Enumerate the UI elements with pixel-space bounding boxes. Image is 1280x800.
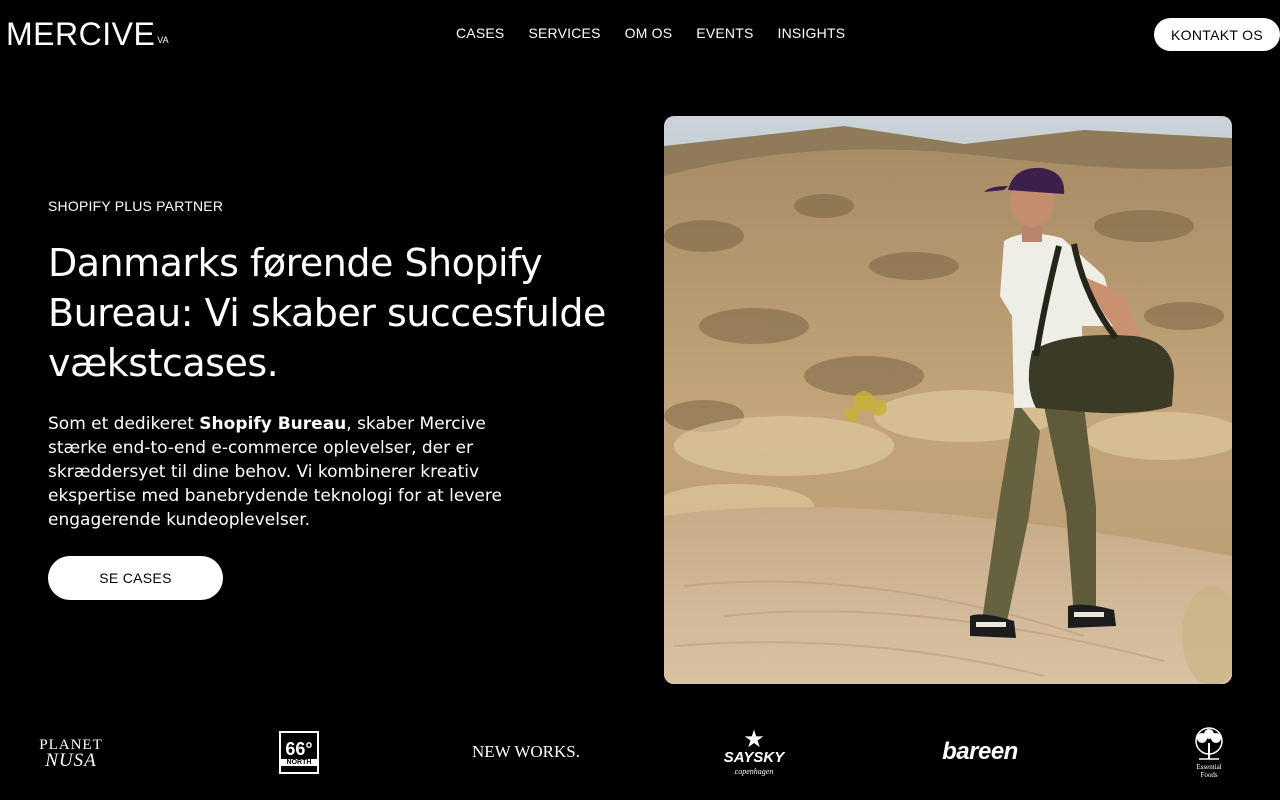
- brand-planet-nusa: PLANET NUSA: [38, 736, 104, 771]
- hero-body-bold: Shopify Bureau: [199, 414, 347, 434]
- brand-new-works: NEW WORKS.: [470, 740, 582, 764]
- hero-eyebrow: SHOPIFY PLUS PARTNER: [48, 198, 224, 214]
- nav-om-os[interactable]: OM OS: [625, 25, 673, 41]
- main-nav: CASES SERVICES OM OS EVENTS INSIGHTS: [456, 25, 845, 41]
- essential-foods-top: Essential: [1196, 763, 1222, 771]
- saysky-sub: copenhagen: [734, 767, 774, 776]
- hero-body: Som et dedikeret Shopify Bureau, skaber …: [48, 412, 518, 532]
- nav-insights[interactable]: INSIGHTS: [778, 25, 846, 41]
- logo-mark: VA: [157, 35, 169, 45]
- client-logos: PLANET NUSA 66° NORTH NEW WORKS. ★ SAYSK…: [0, 722, 1280, 784]
- new-works-text: NEW WORKS.: [472, 742, 580, 761]
- hero-image: [664, 116, 1232, 684]
- brand-essential-foods: Essential Foods: [1186, 726, 1232, 780]
- hero-headline: Danmarks førende Shopify Bureau: Vi skab…: [48, 241, 606, 385]
- star-icon: ★: [743, 725, 765, 753]
- see-cases-button[interactable]: SE CASES: [48, 556, 223, 600]
- saysky-text: SAYSKY: [723, 749, 785, 766]
- contact-button[interactable]: KONTAKT OS: [1154, 18, 1280, 51]
- north-label: NORTH: [281, 759, 317, 766]
- essential-foods-bottom: Foods: [1200, 771, 1218, 779]
- hero-body-prefix: Som et dedikeret: [48, 414, 200, 434]
- brand-66-north: 66° NORTH: [279, 731, 319, 774]
- logo-text: MERCIVE: [6, 16, 156, 52]
- brand-logo[interactable]: MERCIVE VA: [6, 14, 169, 54]
- brand-bareen: bareen: [932, 736, 1028, 768]
- nav-services[interactable]: SERVICES: [528, 25, 600, 41]
- hero-photo-illustration: [664, 116, 1232, 684]
- nav-events[interactable]: EVENTS: [696, 25, 753, 41]
- north-number: 66°: [285, 739, 313, 759]
- planet-nusa-bottom: NUSA: [45, 750, 97, 771]
- nav-cases[interactable]: CASES: [456, 25, 504, 41]
- brand-saysky: ★ SAYSKY copenhagen: [714, 726, 794, 780]
- tree-icon: [1195, 727, 1223, 760]
- bareen-text: bareen: [942, 738, 1018, 765]
